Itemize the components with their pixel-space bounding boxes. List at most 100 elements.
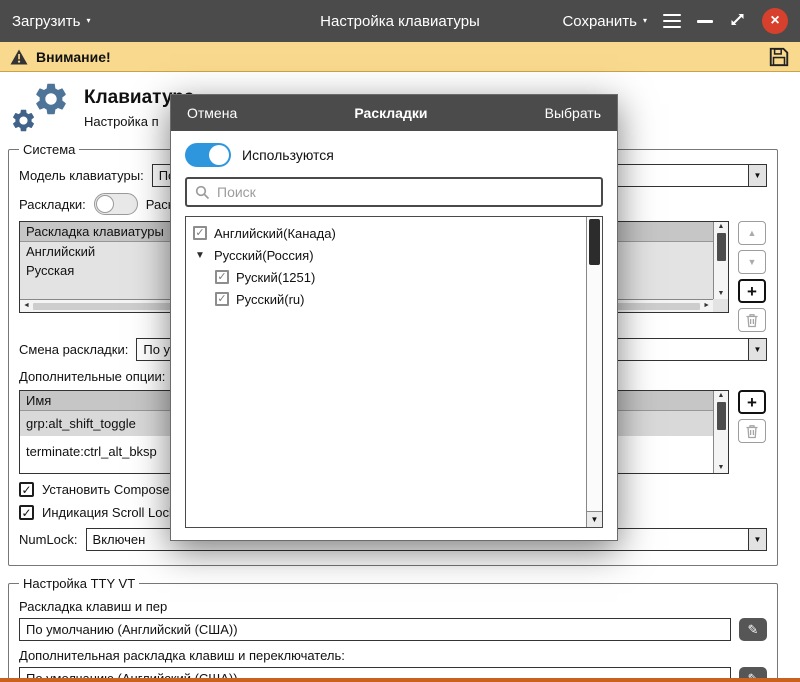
save-file-button[interactable] <box>768 46 790 68</box>
layouts-toggle[interactable] <box>94 193 138 215</box>
scroll-left-icon[interactable]: ◄ <box>23 301 30 311</box>
scrolllock-label: Индикация Scroll Lock <box>42 505 176 520</box>
vertical-scrollbar[interactable]: ▲ ▼ <box>713 391 728 473</box>
scroll-up-icon[interactable]: ▲ <box>718 222 725 232</box>
add-option-button[interactable]: + <box>738 390 766 414</box>
tty-alt-layout-field[interactable]: По умолчанию (Английский (США)) <box>19 667 731 678</box>
tty-layout-field[interactable]: По умолчанию (Английский (США)) <box>19 618 731 641</box>
checkbox-checked[interactable]: ✓ <box>215 292 229 306</box>
used-toggle[interactable] <box>185 143 231 167</box>
compose-checkbox[interactable]: ✓ <box>19 482 34 497</box>
tty-legend: Настройка TTY VT <box>19 576 139 591</box>
keyboard-model-label: Модель клавиатуры: <box>19 168 144 183</box>
load-menu-button[interactable]: Загрузить ▾ <box>12 13 91 30</box>
expand-button[interactable] <box>729 11 746 31</box>
checkbox-checked[interactable]: ✓ <box>215 270 229 284</box>
edit-tty-layout-button[interactable]: ✎ <box>739 618 767 641</box>
tree-item-label: Русский(Россия) <box>214 248 314 263</box>
plus-icon: + <box>747 283 757 300</box>
tree-item[interactable]: ✓ Английский(Канада) <box>193 222 582 244</box>
layouts-tree: ✓ Английский(Канада) ▼ Русский(Россия) ✓… <box>185 216 603 528</box>
tree-item-label: Русский(ru) <box>236 292 304 307</box>
tree-item-label: Английский(Канада) <box>214 226 336 241</box>
delete-option-button[interactable] <box>738 419 766 443</box>
tty-group: Настройка TTY VT Раскладка клавиш и пер … <box>8 576 778 678</box>
save-menu-label: Сохранить <box>562 13 637 30</box>
check-icon: ✓ <box>217 272 226 283</box>
numlock-label: NumLock: <box>19 532 78 547</box>
check-icon: ✓ <box>21 484 31 496</box>
close-icon: × <box>770 12 779 30</box>
scrollbar-thumb[interactable] <box>589 219 600 265</box>
move-up-button[interactable]: ▲ <box>738 221 766 245</box>
chevron-down-icon: ▼ <box>748 339 766 360</box>
tree-item[interactable]: ▼ Русский(Россия) <box>193 244 582 266</box>
warning-text: Внимание! <box>36 49 111 65</box>
keyboard-gears-icon <box>10 80 72 136</box>
compose-label: Установить Compose <box>42 482 169 497</box>
tree-item-label: Руский(1251) <box>236 270 315 285</box>
caret-down-icon: ▾ <box>643 17 647 25</box>
tree-item[interactable]: ✓ Русский(ru) <box>193 288 582 310</box>
scrollbar-thumb[interactable] <box>717 402 726 430</box>
plus-icon: + <box>747 394 757 411</box>
minimize-icon <box>697 20 713 23</box>
expand-icon <box>729 11 746 28</box>
dialog-cancel-button[interactable]: Отмена <box>187 105 237 121</box>
close-button[interactable]: × <box>762 8 788 34</box>
scroll-down-icon[interactable]: ▼ <box>718 289 725 299</box>
load-menu-label: Загрузить <box>12 13 81 30</box>
trash-icon <box>745 424 759 439</box>
scroll-up-icon[interactable]: ▲ <box>718 391 725 401</box>
layouts-dialog: Отмена Раскладки Выбрать Используются По… <box>170 94 618 541</box>
dialog-header: Отмена Раскладки Выбрать <box>171 95 617 131</box>
hamburger-icon <box>663 14 681 29</box>
layout-switch-label: Смена раскладки: <box>19 342 128 357</box>
tree-item[interactable]: ✓ Руский(1251) <box>193 266 582 288</box>
minimize-button[interactable] <box>697 20 713 23</box>
dialog-select-button[interactable]: Выбрать <box>545 105 601 121</box>
search-input[interactable]: Поиск <box>185 177 603 207</box>
scroll-down-button[interactable]: ▼ <box>587 511 602 527</box>
search-icon <box>195 185 210 200</box>
scrollbar-thumb[interactable] <box>717 233 726 261</box>
toggle-knob <box>209 145 229 165</box>
dialog-body: Используются Поиск ✓ Английский(Канада) … <box>171 131 617 540</box>
used-toggle-label: Используются <box>242 147 334 163</box>
edit-tty-alt-layout-button[interactable]: ✎ <box>739 667 767 678</box>
save-menu-button[interactable]: Сохранить ▾ <box>562 13 647 30</box>
checkbox-checked[interactable]: ✓ <box>193 226 207 240</box>
chevron-down-icon: ▼ <box>748 165 766 186</box>
floppy-icon <box>768 46 790 68</box>
toggle-knob <box>96 195 114 213</box>
titlebar: Настройка клавиатуры Загрузить ▾ Сохрани… <box>0 0 800 42</box>
pencil-icon: ✎ <box>748 622 759 638</box>
up-arrow-icon: ▲ <box>748 228 757 238</box>
check-icon: ✓ <box>217 294 226 305</box>
tty-layout-label: Раскладка клавиш и пер <box>19 599 767 614</box>
pencil-icon: ✎ <box>748 671 759 679</box>
down-arrow-icon: ▼ <box>591 515 599 524</box>
scroll-right-icon[interactable]: ► <box>703 301 710 311</box>
search-placeholder: Поиск <box>217 184 256 200</box>
check-icon: ✓ <box>195 228 204 239</box>
vertical-scrollbar[interactable]: ▲ ▼ <box>713 222 728 299</box>
trash-icon <box>745 313 759 328</box>
add-layout-button[interactable]: + <box>738 279 766 303</box>
dialog-title: Раскладки <box>354 105 427 121</box>
expander-down-icon[interactable]: ▼ <box>193 250 207 261</box>
layouts-label: Раскладки: <box>19 197 86 212</box>
caret-down-icon: ▾ <box>87 17 91 25</box>
delete-layout-button[interactable] <box>738 308 766 332</box>
main-menu-button[interactable] <box>663 10 681 32</box>
scroll-down-icon[interactable]: ▼ <box>718 463 725 473</box>
down-arrow-icon: ▼ <box>748 257 757 267</box>
warning-icon <box>10 49 28 65</box>
tty-alt-layout-label: Дополнительная раскладка клавиш и перекл… <box>19 648 767 663</box>
warning-bar: Внимание! <box>0 42 800 72</box>
scrolllock-checkbox[interactable]: ✓ <box>19 505 34 520</box>
check-icon: ✓ <box>21 507 31 519</box>
move-down-button[interactable]: ▼ <box>738 250 766 274</box>
chevron-down-icon: ▼ <box>748 529 766 550</box>
vertical-scrollbar[interactable]: ▼ <box>586 217 602 527</box>
